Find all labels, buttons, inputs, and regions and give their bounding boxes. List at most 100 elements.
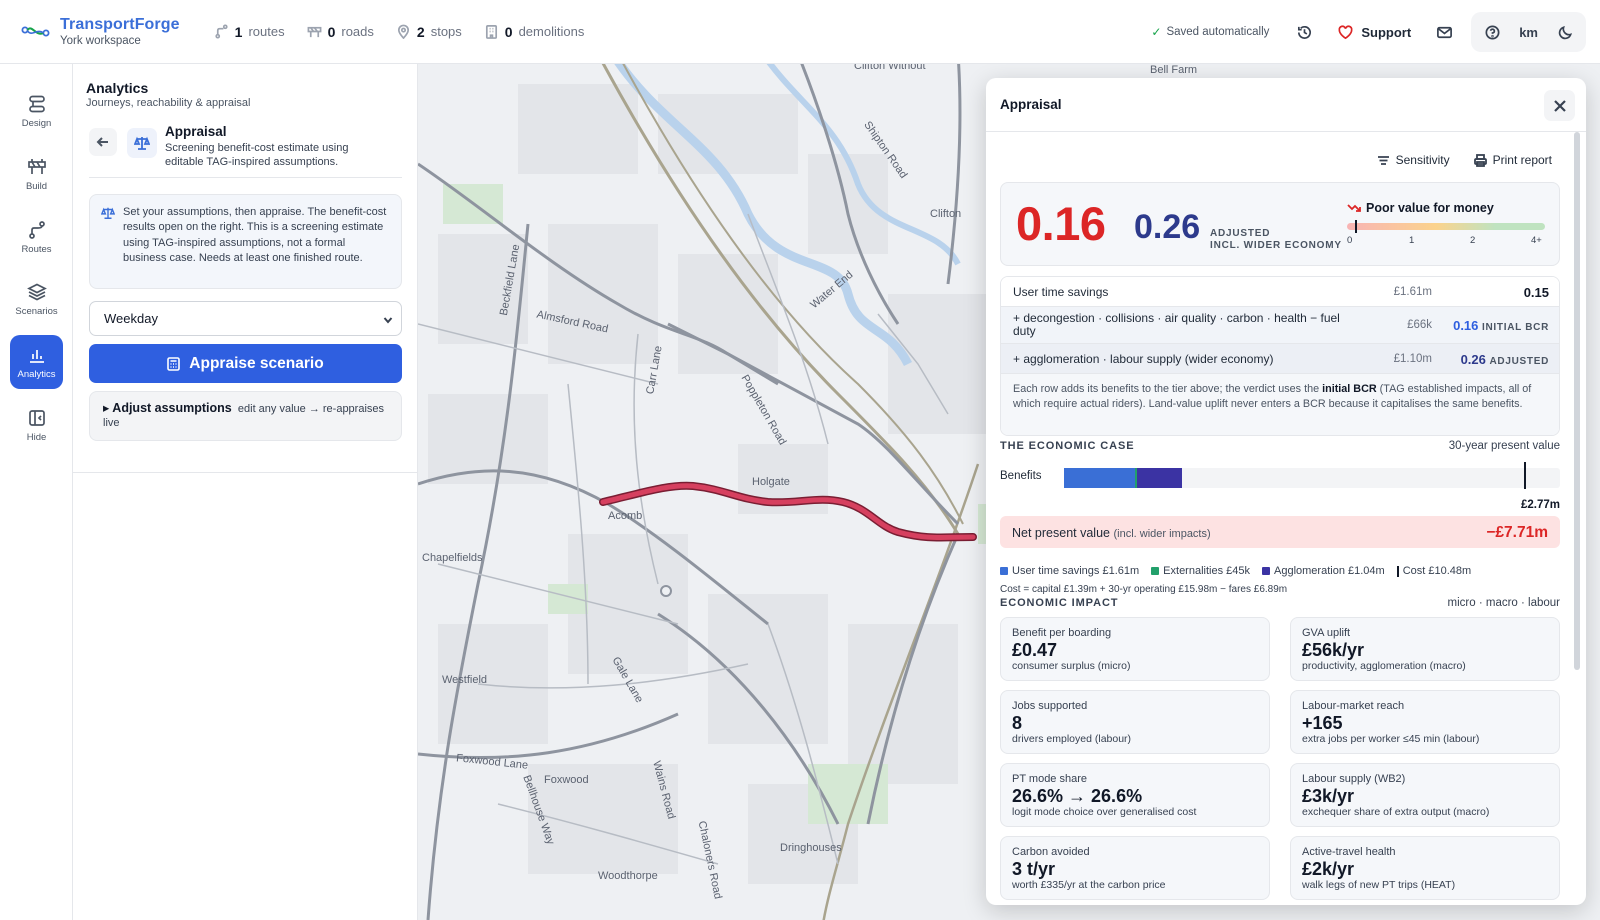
support-label: Support [1361,24,1412,40]
card-description: logit mode choice over generalised cost [1012,806,1197,818]
top-bar: TransportForge York workspace 1 routes 0… [0,0,1600,64]
panel-header: Appraisal [986,78,1586,132]
card-label: Labour supply (WB2) [1302,773,1406,785]
rail-item-scenarios[interactable]: Scenarios [10,272,63,326]
messages-button[interactable] [1427,15,1461,49]
sidebar-empty-area [73,473,418,920]
vfm-marker [1354,220,1357,233]
impact-card: Labour supply (WB2) £3k/yr exchequer sha… [1290,763,1560,827]
adjust-assumptions-toggle[interactable]: ▸ Adjust assumptions edit any value → re… [89,391,402,441]
calculator-icon [167,356,181,371]
rail-item-design[interactable]: Design [10,84,63,138]
save-status-text: Saved automatically [1166,26,1270,38]
routes-label: routes [248,24,285,39]
economic-case-legend: User time savings £1.61m Externalities £… [1000,565,1471,577]
heart-icon [1338,24,1353,39]
map-pin-icon [397,24,409,39]
map-label: Foxwood [544,774,589,786]
rail-item-analytics[interactable]: Analytics [10,335,63,389]
legend-label: Externalities £45k [1163,565,1250,577]
routes-count: 1 [234,23,243,40]
vfm-tick: 4+ [1531,235,1542,246]
units-toggle[interactable]: km [1511,15,1546,49]
map-label: Holgate [752,476,790,488]
economic-impact-title: ECONOMIC IMPACT [1000,597,1119,609]
card-label: Benefit per boarding [1012,627,1112,639]
left-rail: Design Build Routes Scenarios Analytics … [0,64,73,920]
caret-right-icon: ▸ [103,401,113,415]
vfm-tick: 0 [1347,235,1353,246]
npv-row: Net present value (incl. wider impacts) … [1000,516,1560,548]
scale-icon [134,136,150,150]
card-label: Labour-market reach [1302,700,1405,712]
legend-swatch [1262,567,1270,575]
history-button[interactable] [1287,15,1321,49]
moon-icon [1558,25,1572,39]
arrow-left-icon [96,137,108,147]
economic-impact-scope: micro · macro · labour [1447,597,1560,609]
map-label: Woodthorpe [598,870,658,882]
close-panel-button[interactable] [1544,90,1575,121]
bcr-tiers: User time savings £1.61m 0.15 + deconges… [1000,276,1560,436]
economic-case-title: THE ECONOMIC CASE [1000,440,1135,452]
legend-label: Cost £10.48m [1402,565,1472,577]
close-icon [1553,99,1566,112]
tier-value-number: 0.15 [1523,285,1549,300]
card-value: 8 [1012,713,1023,733]
appraisal-panel: Appraisal Sensitivity Print report 0.16 … [986,78,1586,905]
day-type-select[interactable]: Weekday [89,301,402,336]
map-label: Bell Farm [1150,64,1198,76]
support-button[interactable]: Support [1327,15,1421,49]
back-button[interactable] [89,128,117,156]
print-report-label: Print report [1492,153,1552,167]
rail-label-hide: Hide [26,431,47,443]
sidebar-subtitle: Journeys, reachability & appraisal [86,97,251,109]
legend-item: Cost £10.48m [1396,565,1472,577]
card-description: productivity, agglomeration (macro) [1302,660,1466,672]
npv-label: Net present value (incl. wider impacts) [1012,526,1211,540]
adjusted-caption: ADJUSTED INCL. WIDER ECONOMY [1210,228,1342,252]
tier-row: User time savings £1.61m 0.15 [1001,277,1559,307]
impact-card: Active-travel health £2k/yr walk legs of… [1290,836,1560,900]
benefit-segment-user-time [1064,468,1135,488]
tier-label: + agglomeration · labour supply (wider e… [1013,352,1274,366]
sensitivity-button[interactable]: Sensitivity [1377,153,1450,167]
legend-item: Agglomeration £1.04m [1262,565,1385,577]
rail-label-scenarios: Scenarios [15,305,58,317]
tier-amount: £1.10m [1393,353,1432,365]
benefits-total: £2.77m [1520,499,1560,511]
demolitions-counter: 0 demolitions [484,24,584,40]
bcr-summary: 0.16 0.26 ADJUSTED INCL. WIDER ECONOMY P… [1000,182,1560,266]
card-description: walk legs of new PT trips (HEAT) [1302,879,1456,891]
print-report-button[interactable]: Print report [1473,153,1552,167]
printer-icon [1473,153,1487,167]
history-icon [1297,25,1311,39]
stops-label: stops [430,24,462,39]
panel-scrollbar[interactable] [1574,132,1580,670]
help-button[interactable] [1475,15,1509,49]
card-value: 26.6% → 26.6% [1012,786,1143,806]
list-icon [1377,155,1389,165]
rail-label-analytics: Analytics [17,368,56,380]
scenario-counters: 1 routes 0 roads 2 stops 0 demolitions [214,23,584,40]
app-name: TransportForge [60,16,180,33]
rail-item-build[interactable]: Build [10,147,63,201]
legend-label: Agglomeration £1.04m [1274,565,1385,577]
card-value: £56k/yr [1302,640,1365,660]
layers-icon [26,283,47,300]
adjust-title: Adjust assumptions [112,401,232,415]
card-description: drivers employed (labour) [1012,733,1132,745]
rail-item-hide[interactable]: Hide [10,398,63,452]
appraise-scenario-button[interactable]: Appraise scenario [89,344,402,383]
card-label: GVA uplift [1302,627,1351,639]
dark-mode-toggle[interactable] [1548,15,1582,49]
legend-label: User time savings £1.61m [1012,565,1140,577]
design-icon [28,95,45,112]
roads-label: roads [341,24,374,39]
route-icon [215,24,228,39]
rail-item-routes[interactable]: Routes [10,210,63,264]
card-label: Active-travel health [1302,846,1396,858]
logo[interactable]: TransportForge York workspace [20,16,180,47]
tier-value: 0.16 INITIAL BCR [1453,318,1549,333]
map-label: Clifton [930,208,962,220]
